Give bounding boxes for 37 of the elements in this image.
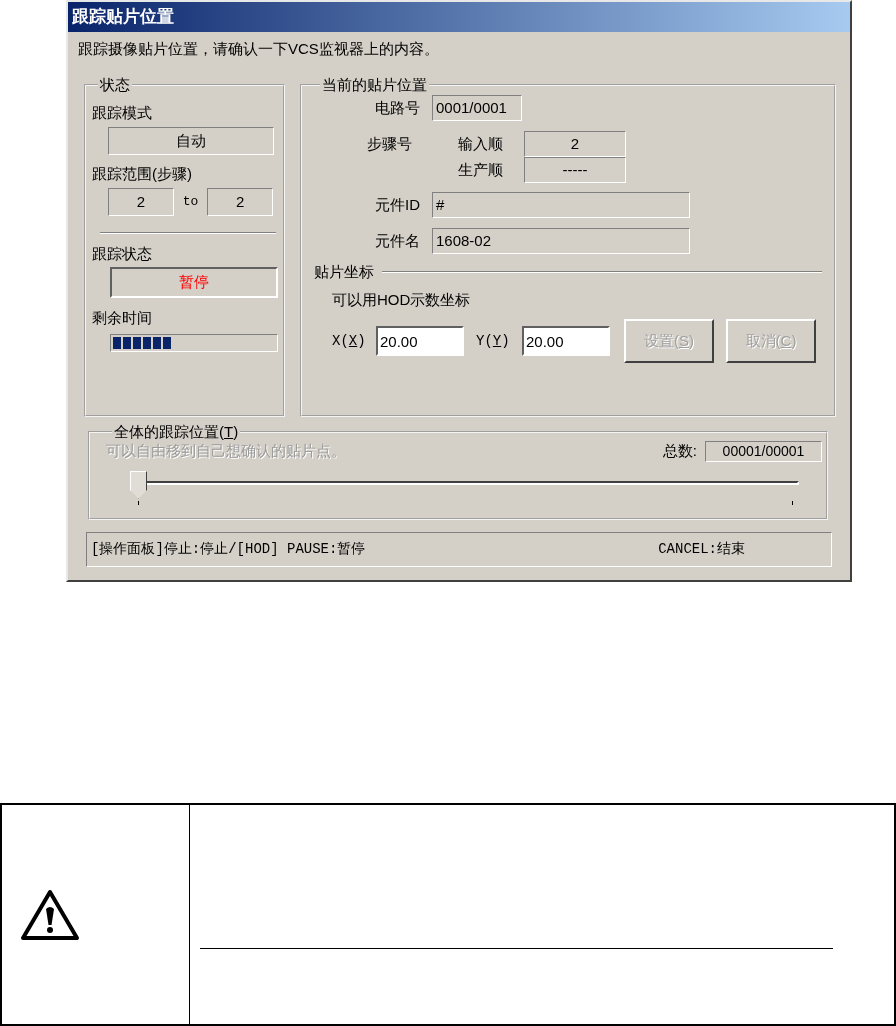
status-text: [操作面板]停止:停止/[HOD] PAUSE:暂停	[91, 540, 366, 559]
field-label: 输入顺	[458, 133, 504, 154]
value-field: 0001/0001	[432, 95, 522, 121]
warning-icon	[20, 888, 80, 941]
range-separator: to	[181, 193, 200, 212]
field-label: X(X)	[332, 331, 367, 351]
value-field: 2	[524, 131, 626, 157]
instruction-text: 跟踪摄像贴片位置，请确认一下VCS监视器上的内容。	[77, 39, 439, 59]
field-label: 电路号	[374, 97, 421, 118]
input-field[interactable]: 20.00	[522, 326, 610, 356]
field-label: Y(Y)	[476, 331, 511, 351]
group-title: 状态	[99, 75, 131, 95]
window-title: 跟踪贴片位置	[72, 6, 174, 29]
field-label: 跟踪模式	[92, 103, 153, 123]
status-text: CANCEL:结束	[658, 540, 745, 559]
slider-thumb[interactable]	[130, 470, 147, 499]
input-field[interactable]: 20.00	[376, 326, 464, 356]
value-field: #	[432, 192, 690, 218]
total-field: 00001/00001	[705, 440, 822, 462]
field-label: 剩余时间	[92, 308, 153, 328]
range-to-field: 2	[207, 188, 273, 216]
value-field: -----	[524, 157, 626, 183]
group-title: 当前的贴片位置	[321, 75, 428, 95]
field-label: 步骤号	[366, 133, 412, 154]
group-title: 全体的跟踪位置(T)	[113, 422, 240, 442]
field-label: 生产顺	[458, 159, 504, 180]
range-from-field: 2	[108, 188, 174, 216]
section-title: 贴片坐标	[314, 262, 375, 282]
field-label: 跟踪状态	[92, 244, 153, 264]
field-label: 跟踪范围(步骤)	[92, 164, 193, 184]
field-label: 元件ID	[374, 194, 421, 215]
status-field: 暂停	[110, 267, 278, 298]
field-label: 元件名	[374, 230, 421, 251]
hint-text: 可以用HOD示数坐标	[332, 290, 472, 310]
field-label: 总数:	[662, 441, 697, 461]
mode-field: 自动	[108, 127, 274, 155]
value-field: 1608-02	[432, 228, 690, 254]
